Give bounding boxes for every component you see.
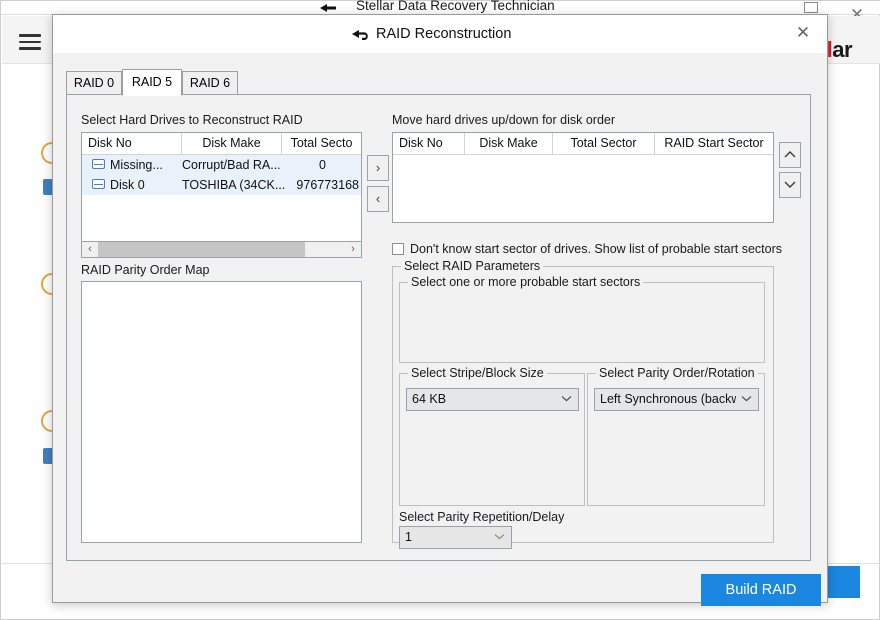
raid-reconstruction-dialog: RAID Reconstruction ✕ RAID 0 RAID 5 RAID… xyxy=(52,14,828,603)
raid-5-tab-panel: Select Hard Drives to Reconstruct RAID D… xyxy=(66,94,811,561)
hard-disk-icon xyxy=(92,159,105,169)
raid-parity-order-map-heading: RAID Parity Order Map xyxy=(81,263,210,277)
remove-drive-button[interactable]: ‹ xyxy=(367,186,389,212)
stripe-block-size-select[interactable]: 64 KB xyxy=(406,388,579,411)
table-row[interactable]: Missing... Corrupt/Bad RA... 0 xyxy=(82,155,361,175)
table-row[interactable]: Disk 0 TOSHIBA (34CK... 976773168 xyxy=(82,175,361,195)
unknown-start-sector-checkbox[interactable] xyxy=(392,243,404,255)
dialog-back-arrow-icon[interactable] xyxy=(349,26,373,44)
cell-disk-no-text: Disk 0 xyxy=(110,178,145,192)
chevron-down-icon[interactable] xyxy=(738,389,754,410)
cell-total-sector: 976773168 xyxy=(286,175,359,195)
parity-repetition-delay-value: 1 xyxy=(405,527,489,548)
chevron-up-icon xyxy=(784,150,796,159)
stripe-block-size-value: 64 KB xyxy=(412,389,556,410)
col-disk-make[interactable]: Disk Make xyxy=(465,133,553,154)
move-drive-down-button[interactable] xyxy=(779,172,801,198)
tab-raid-5[interactable]: RAID 5 xyxy=(122,69,182,96)
build-raid-button[interactable]: Build RAID xyxy=(701,574,821,606)
col-disk-no[interactable]: Disk No xyxy=(393,133,465,154)
available-drives-list[interactable]: Disk No Disk Make Total Secto Missing...… xyxy=(81,132,362,242)
col-total-sector[interactable]: Total Sector xyxy=(553,133,655,154)
cell-disk-no: Missing... xyxy=(82,155,182,175)
hard-disk-icon xyxy=(92,179,105,189)
available-drives-header-row: Disk No Disk Make Total Secto xyxy=(82,133,361,155)
selected-drives-header-row: Disk No Disk Make Total Sector RAID Star… xyxy=(393,133,773,155)
stripe-block-size-title: Select Stripe/Block Size xyxy=(408,366,547,380)
chevron-down-icon xyxy=(784,180,796,189)
cell-total-sector: 0 xyxy=(286,155,359,175)
unknown-start-sector-label[interactable]: Don't know start sector of drives. Show … xyxy=(410,242,782,256)
col-disk-make[interactable]: Disk Make xyxy=(182,133,282,154)
scroll-left-arrow-icon[interactable]: ‹ xyxy=(82,242,98,257)
tab-raid-6[interactable]: RAID 6 xyxy=(182,71,238,95)
logo-text: ar xyxy=(832,37,852,62)
parity-repetition-delay-label: Select Parity Repetition/Delay xyxy=(399,510,564,524)
background-window-title: Stellar Data Recovery Technician xyxy=(356,0,555,13)
parity-order-rotation-title: Select Parity Order/Rotation xyxy=(596,366,758,380)
scroll-right-arrow-icon[interactable]: › xyxy=(345,242,361,257)
probable-start-sectors-group: Select one or more probable start sector… xyxy=(399,282,765,363)
chevron-down-icon[interactable] xyxy=(491,527,507,548)
background-minimize-button[interactable] xyxy=(804,2,818,13)
raid-parameters-group-title: Select RAID Parameters xyxy=(401,259,543,273)
parity-order-rotation-select[interactable]: Left Synchronous (backward… xyxy=(594,388,759,411)
move-drive-up-button[interactable] xyxy=(779,142,801,168)
hamburger-menu-icon[interactable] xyxy=(19,34,41,50)
chevron-down-icon[interactable] xyxy=(558,389,574,410)
dialog-close-button[interactable]: ✕ xyxy=(781,17,825,49)
background-back-arrow-icon[interactable] xyxy=(317,1,339,15)
cell-disk-make: Corrupt/Bad RA... xyxy=(182,155,286,175)
stripe-block-size-group: Select Stripe/Block Size 64 KB xyxy=(399,373,585,506)
move-hard-drives-heading: Move hard drives up/down for disk order xyxy=(392,113,615,127)
available-drives-horizontal-scrollbar[interactable]: ‹ › xyxy=(81,242,362,258)
scroll-thumb[interactable] xyxy=(98,242,305,257)
probable-start-sectors-title: Select one or more probable start sector… xyxy=(408,275,643,289)
raid-parameters-group: Select RAID Parameters Select one or mor… xyxy=(392,266,774,543)
col-raid-start-sector[interactable]: RAID Start Sector xyxy=(655,133,773,154)
dialog-body: RAID 0 RAID 5 RAID 6 Select Hard Drives … xyxy=(53,53,827,602)
raid-parity-order-map-box[interactable] xyxy=(81,281,362,543)
cell-disk-make: TOSHIBA (34CK... xyxy=(182,175,286,195)
scroll-track[interactable] xyxy=(98,242,345,257)
select-hard-drives-heading: Select Hard Drives to Reconstruct RAID xyxy=(81,113,303,127)
cell-disk-no: Disk 0 xyxy=(82,175,182,195)
dialog-title: RAID Reconstruction xyxy=(376,26,511,42)
add-drive-button[interactable]: › xyxy=(367,155,389,181)
parity-order-rotation-value: Left Synchronous (backward… xyxy=(600,389,736,410)
cell-disk-no-text: Missing... xyxy=(110,158,163,172)
col-total-sector[interactable]: Total Secto xyxy=(282,133,361,154)
selected-drives-list[interactable]: Disk No Disk Make Total Sector RAID Star… xyxy=(392,132,774,223)
col-disk-no[interactable]: Disk No xyxy=(82,133,182,154)
tab-raid-0[interactable]: RAID 0 xyxy=(66,71,122,95)
parity-repetition-delay-select[interactable]: 1 xyxy=(399,526,512,549)
parity-order-rotation-group: Select Parity Order/Rotation Left Synchr… xyxy=(587,373,765,506)
